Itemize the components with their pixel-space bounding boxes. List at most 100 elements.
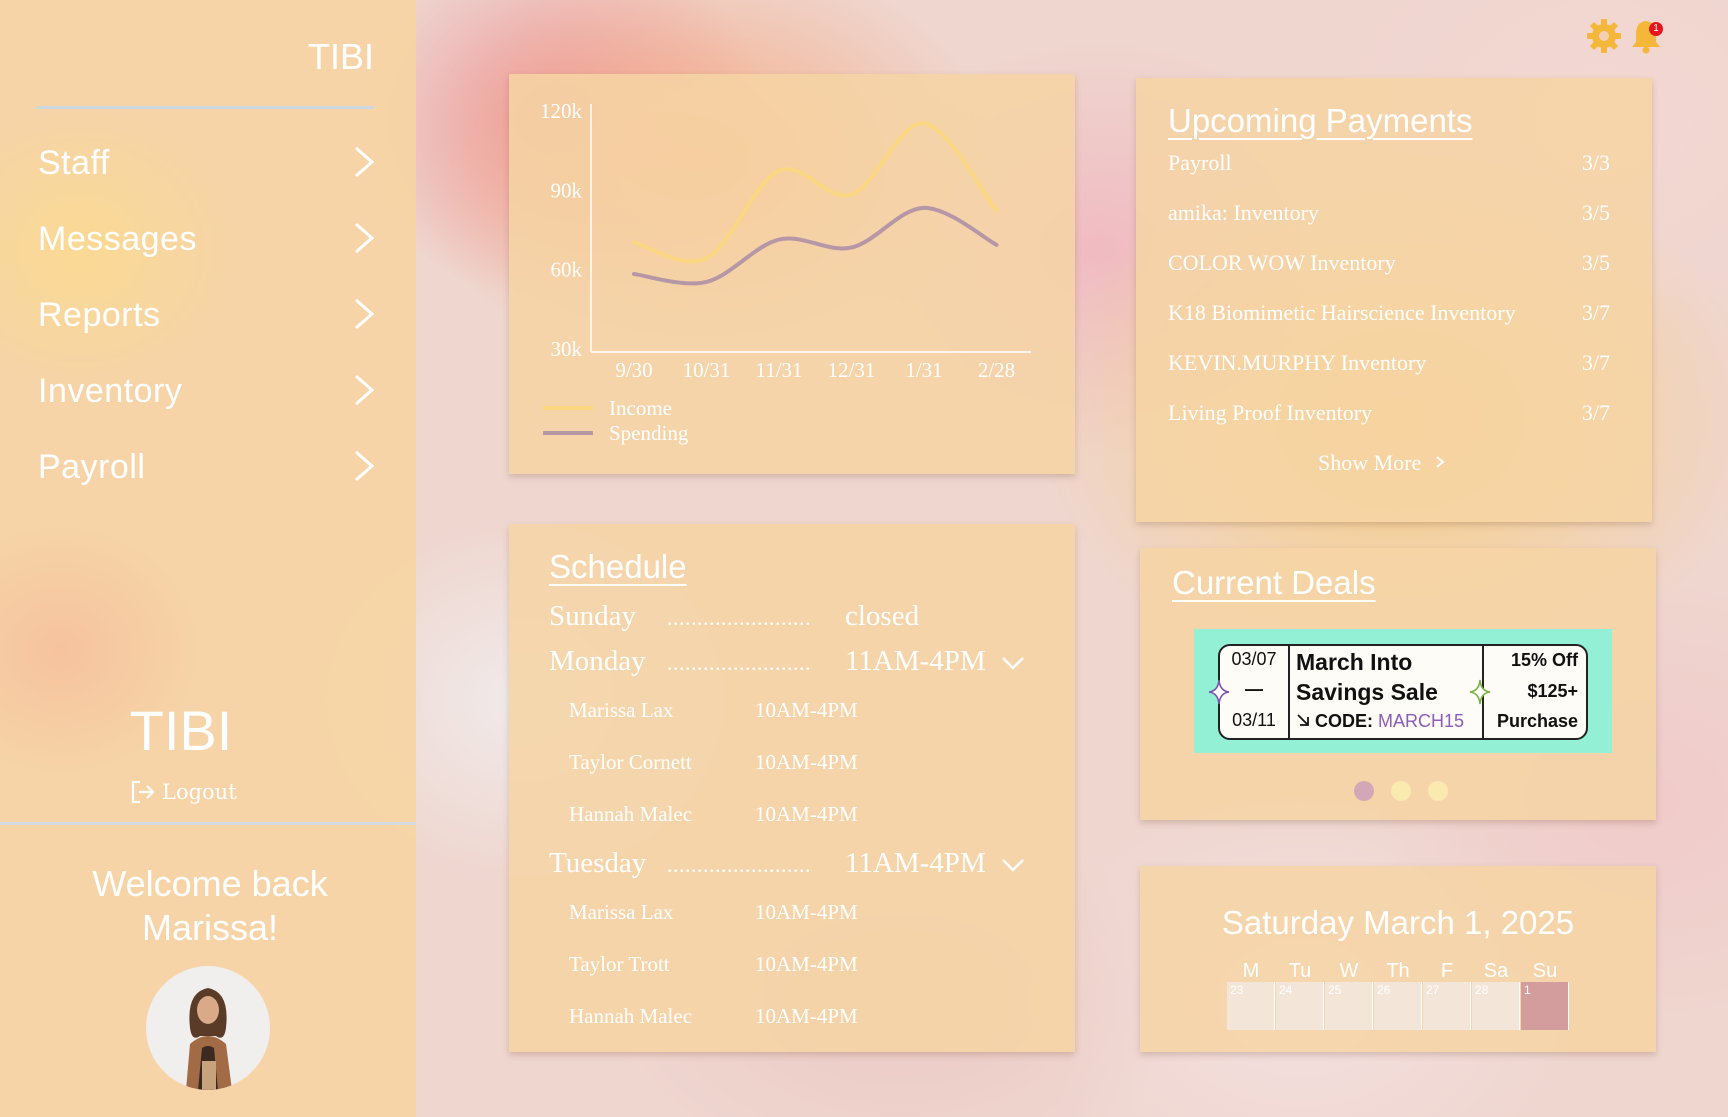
legend-label: Income [609, 396, 672, 420]
carousel-dot[interactable] [1391, 781, 1411, 801]
weekday-label: Th [1386, 960, 1410, 982]
payment-name: amika: Inventory [1168, 200, 1319, 225]
chevron-down-icon[interactable] [1001, 857, 1025, 873]
staff-hours: 10AM-4PM [755, 802, 858, 826]
payment-date: 3/3 [1581, 150, 1610, 175]
gear-icon[interactable] [1586, 18, 1622, 54]
deal-offer: Purchase [1496, 711, 1578, 731]
payment-date: 3/5 [1581, 200, 1610, 225]
calendar-day-selected[interactable]: 1 [1521, 982, 1569, 1030]
welcome-message: Welcome back Marissa! [40, 862, 380, 950]
avatar[interactable] [146, 966, 270, 1090]
sidebar-title: TIBI [307, 36, 374, 77]
x-tick-label: 9/30 [615, 358, 652, 382]
welcome-name: Marissa! [141, 907, 279, 948]
current-date: Saturday March 1, 2025 [1221, 904, 1575, 941]
sidebar-item-messages[interactable]: Messages [38, 214, 378, 264]
sidebar-divider [0, 822, 416, 825]
sidebar-item-staff[interactable]: Staff [38, 138, 378, 188]
calendar-day[interactable]: 26 [1374, 982, 1422, 1030]
calendar-day[interactable]: 25 [1325, 982, 1373, 1030]
y-tick-label: 30k [551, 337, 583, 361]
x-tick-label: 12/31 [828, 358, 876, 382]
day-hours: closed [845, 600, 920, 632]
payment-date: 3/5 [1581, 250, 1610, 275]
calendar-day[interactable]: 23 [1227, 982, 1275, 1030]
y-tick-label: 90k [551, 178, 583, 202]
staff-shift-row: Marissa Lax 10AM-4PM [569, 698, 858, 728]
payment-row[interactable]: KEVIN.MURPHY Inventory 3/7 [1168, 350, 1610, 380]
staff-shift-row: Taylor Trott 10AM-4PM [569, 952, 858, 982]
chevron-right-icon [355, 146, 375, 178]
sidebar: TIBI Staff Messages Reports Inventory Pa… [0, 0, 416, 1117]
calendar-day-number: 26 [1377, 983, 1391, 997]
deal-name: March Into [1296, 649, 1413, 675]
x-tick-label: 10/31 [683, 358, 731, 382]
sidebar-item-reports[interactable]: Reports [38, 290, 378, 340]
deal-end-date: 03/11 [1232, 710, 1276, 730]
deal-start-date: 03/07 [1231, 649, 1277, 669]
day-hours: 11AM-4PM [845, 847, 986, 879]
calendar-day[interactable]: 28 [1472, 982, 1520, 1030]
calendar-card: Saturday March 1, 2025 M Tu W Th F Sa Su… [1140, 866, 1656, 1052]
notifications-button[interactable]: 1 [1630, 18, 1666, 56]
legend-label: Spending [609, 421, 689, 445]
show-more-button[interactable]: Show More [1318, 450, 1447, 476]
current-deals-card: Current Deals 03/07 — 03/11 March Into S… [1140, 548, 1656, 820]
deal-offer: 15% Off [1510, 650, 1578, 670]
x-tick-label: 11/31 [755, 358, 802, 382]
sidebar-item-inventory[interactable]: Inventory [38, 366, 378, 416]
weekday-label: Sa [1483, 960, 1509, 982]
sidebar-divider [36, 106, 374, 109]
carousel-dot[interactable] [1354, 781, 1374, 801]
sidebar-item-label: Staff [38, 144, 110, 182]
chevron-right-icon [1436, 456, 1445, 468]
payment-row[interactable]: Payroll 3/3 [1168, 150, 1610, 180]
user-photo-icon [186, 988, 232, 1090]
calendar-day-number: 24 [1279, 983, 1293, 997]
staff-hours: 10AM-4PM [755, 750, 858, 774]
y-tick-label: 60k [551, 258, 583, 282]
chevron-right-icon [355, 298, 375, 330]
calendar-day[interactable]: 24 [1276, 982, 1324, 1030]
logout-button[interactable]: Logout [130, 776, 237, 808]
calendar-day[interactable]: 27 [1423, 982, 1471, 1030]
payment-row[interactable]: Living Proof Inventory 3/7 [1168, 400, 1610, 430]
payment-name: K18 Biomimetic Hairscience Inventory [1168, 300, 1516, 325]
payment-row[interactable]: COLOR WOW Inventory 3/5 [1168, 250, 1610, 280]
calendar-day-number: 23 [1230, 983, 1244, 997]
deal-ticket[interactable]: 03/07 — 03/11 March Into Savings Sale CO… [1194, 629, 1612, 753]
sidebar-item-payroll[interactable]: Payroll [38, 442, 378, 492]
logout-label: Logout [162, 780, 237, 804]
staff-shift-row: Hannah Malec 10AM-4PM [569, 1004, 858, 1034]
leader-dots: ........................ [667, 605, 811, 630]
payment-date: 3/7 [1581, 300, 1610, 325]
staff-hours: 10AM-4PM [755, 900, 858, 924]
sidebar-item-label: Payroll [38, 448, 146, 486]
schedule-day-tuesday: Tuesday ........................ 11AM-4P… [549, 847, 1029, 887]
weekday-label: Tu [1288, 960, 1312, 982]
day-name: Tuesday [549, 847, 647, 879]
chevron-down-icon[interactable] [1001, 655, 1025, 671]
payment-name: Living Proof Inventory [1168, 400, 1373, 425]
staff-name: Marissa Lax [569, 698, 674, 722]
x-tick-label: 2/28 [978, 358, 1015, 382]
payment-name: Payroll [1168, 150, 1232, 175]
show-more-label: Show More [1318, 450, 1422, 475]
payment-row[interactable]: amika: Inventory 3/5 [1168, 200, 1610, 230]
schedule-day-sunday: Sunday ........................ closed [549, 600, 1029, 640]
staff-name: Hannah Malec [569, 802, 693, 826]
staff-name: Taylor Trott [569, 952, 670, 976]
weekday-label: F [1440, 960, 1454, 982]
payment-row[interactable]: K18 Biomimetic Hairscience Inventory 3/7 [1168, 300, 1610, 330]
deal-date-dash: — [1245, 679, 1263, 699]
calendar-day-number: 25 [1328, 983, 1342, 997]
deal-offer: $125+ [1527, 681, 1578, 701]
day-name: Sunday [549, 600, 636, 632]
weekday-label: W [1339, 960, 1359, 982]
staff-hours: 10AM-4PM [755, 1004, 858, 1028]
carousel-dot[interactable] [1428, 781, 1448, 801]
leader-dots: ........................ [667, 650, 811, 675]
series-line-income [632, 121, 999, 264]
staff-hours: 10AM-4PM [755, 698, 858, 722]
